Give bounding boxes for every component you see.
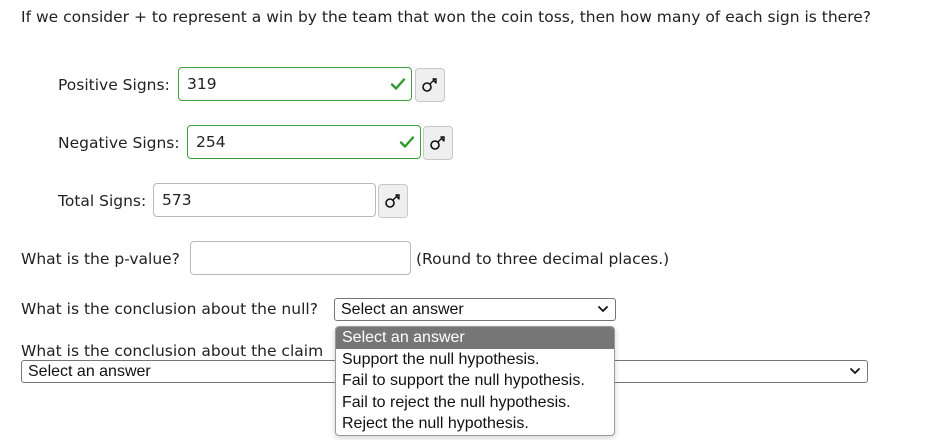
total-signs-value: 573 <box>162 191 192 209</box>
dropdown-option-fail-to-reject-null[interactable]: Fail to reject the null hypothesis. <box>336 392 614 414</box>
total-signs-label: Total Signs: <box>58 192 147 210</box>
key-button-positive[interactable] <box>415 68 445 102</box>
key-button-total[interactable] <box>378 184 408 218</box>
claim-conclusion-label: What is the conclusion about the claim <box>21 342 324 360</box>
positive-signs-label: Positive Signs: <box>58 76 170 94</box>
key-icon <box>385 194 400 208</box>
null-conclusion-selected: Select an answer <box>341 300 464 318</box>
claim-conclusion-selected: Select an answer <box>28 362 151 380</box>
key-icon <box>430 136 445 150</box>
pvalue-input[interactable] <box>190 241 411 275</box>
negative-signs-value: 254 <box>196 133 226 151</box>
key-icon <box>422 78 437 92</box>
positive-signs-value: 319 <box>187 75 217 93</box>
chevron-down-icon <box>598 306 608 312</box>
dropdown-option-reject-null[interactable]: Reject the null hypothesis. <box>336 413 614 435</box>
null-conclusion-dropdown-list: Select an answer Support the null hypoth… <box>335 326 615 436</box>
checkmark-icon <box>399 136 415 148</box>
negative-signs-label: Negative Signs: <box>58 134 180 152</box>
question-text: If we consider + to represent a win by t… <box>21 8 872 26</box>
null-conclusion-select[interactable]: Select an answer <box>334 298 616 321</box>
total-signs-input[interactable]: 573 <box>153 183 376 217</box>
key-button-negative[interactable] <box>423 126 453 160</box>
dropdown-option-support-null[interactable]: Support the null hypothesis. <box>336 349 614 371</box>
dropdown-option-select-an-answer[interactable]: Select an answer <box>336 327 614 349</box>
rounding-note: (Round to three decimal places.) <box>416 250 670 268</box>
null-conclusion-label: What is the conclusion about the null? <box>21 300 318 318</box>
dropdown-option-fail-to-support-null[interactable]: Fail to support the null hypothesis. <box>336 370 614 392</box>
checkmark-icon <box>390 78 406 90</box>
pvalue-label: What is the p-value? <box>21 250 180 268</box>
chevron-down-icon <box>850 368 860 374</box>
positive-signs-input[interactable]: 319 <box>178 67 412 101</box>
negative-signs-input[interactable]: 254 <box>187 125 421 159</box>
